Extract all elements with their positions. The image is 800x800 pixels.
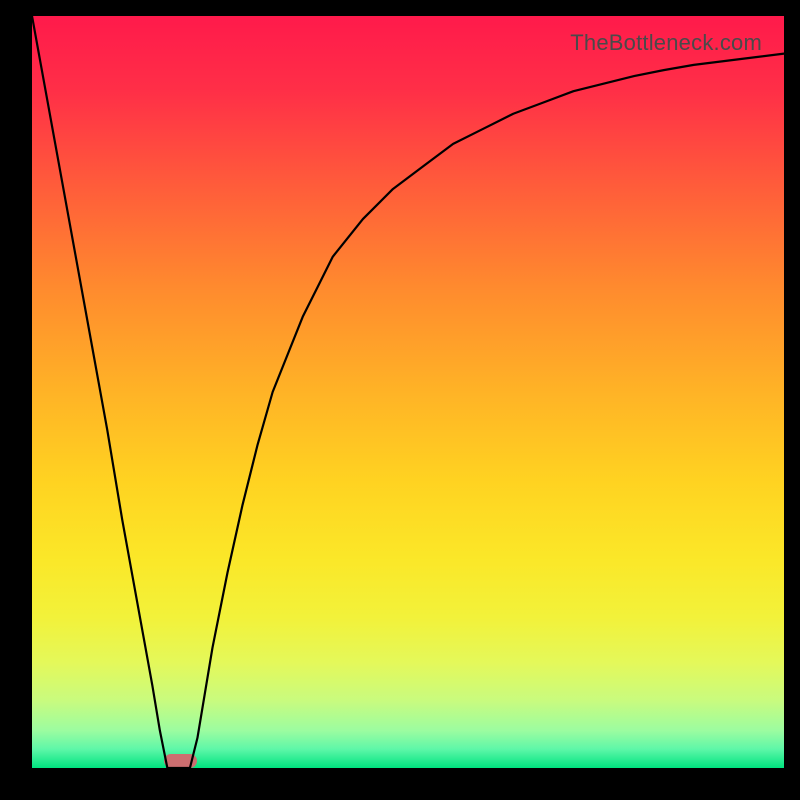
bottleneck-curve (32, 16, 784, 768)
watermark-label: TheBottleneck.com (570, 30, 762, 56)
chart-frame: TheBottleneck.com (0, 0, 800, 800)
plot-area: TheBottleneck.com (32, 16, 784, 768)
